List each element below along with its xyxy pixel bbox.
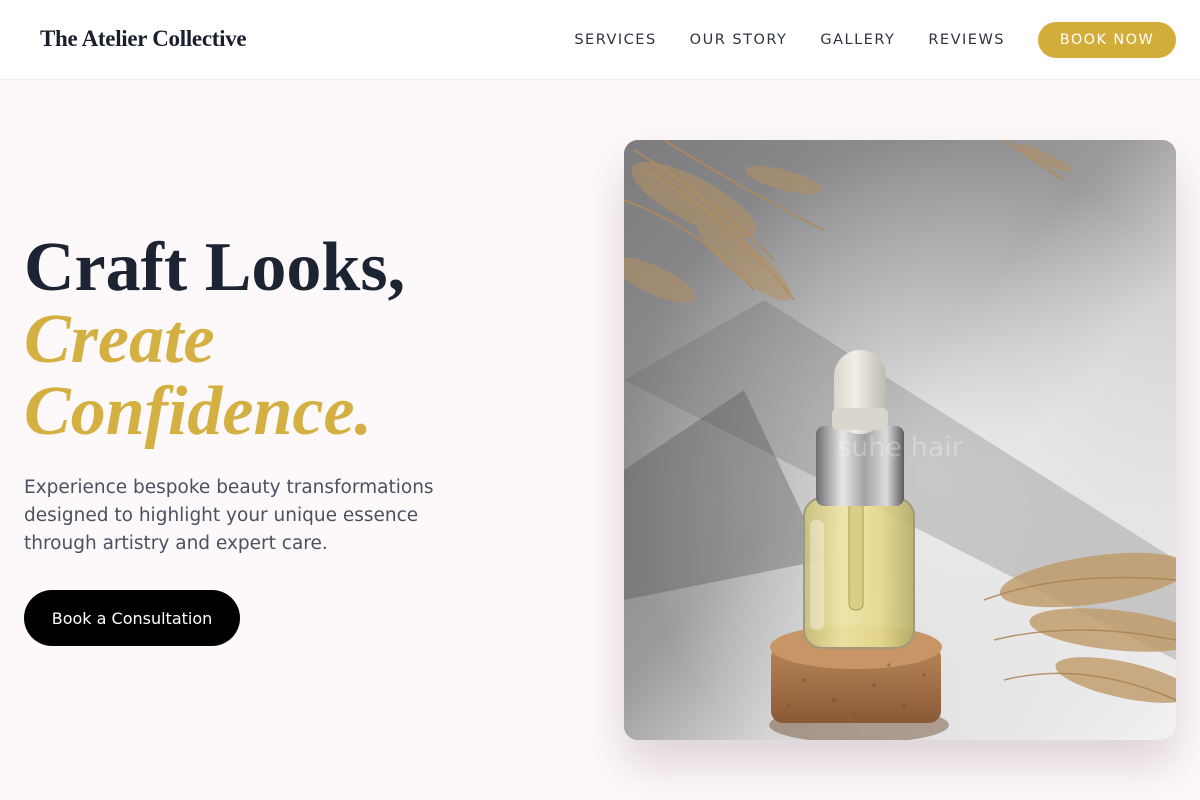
- brand-logo[interactable]: The Atelier Collective: [40, 26, 247, 52]
- main-nav: SERVICES OUR STORY GALLERY REVIEWS BOOK …: [574, 22, 1176, 58]
- site-header: The Atelier Collective SERVICES OUR STOR…: [0, 0, 1200, 80]
- nav-link-gallery[interactable]: GALLERY: [820, 22, 895, 58]
- image-watermark-text: suhe hair: [837, 432, 964, 463]
- hero-title-line-3: Confidence.: [24, 373, 373, 450]
- nav-link-reviews[interactable]: REVIEWS: [928, 22, 1005, 58]
- hero-title-line-1: Craft Looks,: [24, 229, 406, 306]
- hero-title: Craft Looks, Create Confidence.: [24, 232, 405, 448]
- book-consultation-button[interactable]: Book a Consultation: [24, 590, 240, 646]
- book-now-button[interactable]: BOOK NOW: [1038, 22, 1176, 58]
- hero-image: suhe hair: [624, 140, 1176, 740]
- nav-link-services[interactable]: SERVICES: [574, 22, 656, 58]
- hero-title-line-2: Create: [24, 301, 215, 378]
- nav-link-our-story[interactable]: OUR STORY: [690, 22, 788, 58]
- serum-bottle-photo: suhe hair: [624, 140, 1176, 740]
- hero-subtitle: Experience bespoke beauty transformation…: [24, 477, 434, 554]
